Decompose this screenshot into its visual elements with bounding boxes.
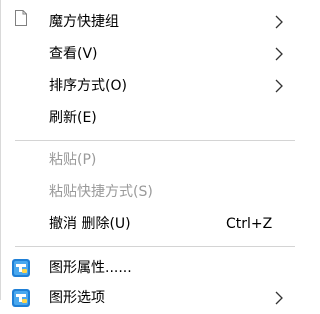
- menu-item-label: 图形属性......: [49, 260, 132, 276]
- menu-item-sort-by[interactable]: 排序方式(O): [1, 70, 301, 102]
- chevron-right-icon: [275, 15, 283, 29]
- intel-graphics-icon: [12, 259, 30, 277]
- menu-item-shortcut: Ctrl+Z: [226, 216, 273, 232]
- menu-item-refresh[interactable]: 刷新(E): [1, 102, 301, 134]
- menu-item-label: 粘贴快捷方式(S): [49, 184, 153, 200]
- context-menu: 魔方快捷组 查看(V) 排序方式(O) 刷新(E) 粘贴(P) 粘贴快捷方式(S…: [0, 0, 301, 307]
- menu-item-paste[interactable]: 粘贴(P): [1, 144, 301, 176]
- menu-item-label: 魔方快捷组: [49, 14, 119, 30]
- menu-separator: [15, 140, 295, 141]
- menu-item-rubik-shortcut-group[interactable]: 魔方快捷组: [1, 6, 301, 38]
- menu-item-paste-shortcut[interactable]: 粘贴快捷方式(S): [1, 176, 301, 208]
- menu-item-view[interactable]: 查看(V): [1, 38, 301, 70]
- menu-item-undo-delete[interactable]: 撤消 删除(U) Ctrl+Z: [1, 208, 301, 240]
- menu-item-graphics-properties[interactable]: 图形属性......: [1, 252, 301, 284]
- menu-item-label: 刷新(E): [49, 110, 97, 126]
- menu-item-label: 粘贴(P): [49, 152, 97, 168]
- doc-icon: [15, 10, 27, 26]
- menu-item-label: 图形选项: [49, 290, 105, 306]
- menu-item-label: 撤消 删除(U): [49, 216, 131, 232]
- menu-item-label: 查看(V): [49, 46, 98, 62]
- menu-item-label: 排序方式(O): [49, 78, 127, 94]
- chevron-right-icon: [275, 47, 283, 61]
- intel-graphics-icon: [12, 289, 30, 307]
- chevron-right-icon: [275, 79, 283, 93]
- menu-separator: [15, 246, 295, 247]
- menu-item-graphics-options[interactable]: 图形选项: [1, 282, 301, 314]
- chevron-right-icon: [275, 291, 283, 305]
